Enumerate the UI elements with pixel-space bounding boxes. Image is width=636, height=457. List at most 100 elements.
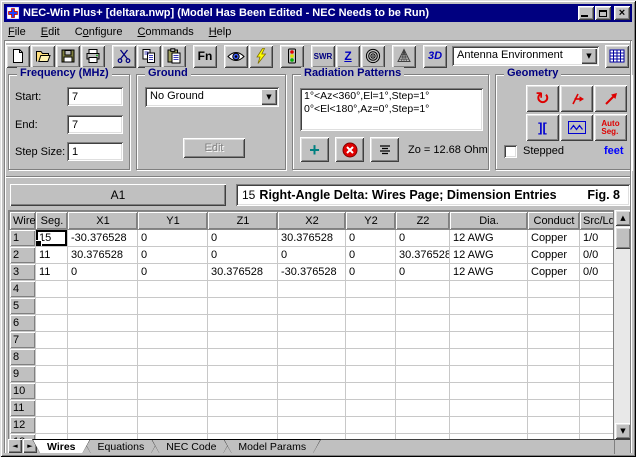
rotate-wire-button[interactable]: ↻ — [526, 85, 559, 112]
cell-7-z2[interactable] — [396, 332, 450, 349]
cell-11-x2[interactable] — [278, 400, 346, 417]
cell-3-dia[interactable]: 12 AWG — [450, 264, 528, 281]
view-antenna-button[interactable] — [224, 45, 248, 68]
cell-12-x1[interactable] — [68, 417, 138, 434]
add-pattern-button[interactable]: + — [300, 137, 329, 162]
tab-scroll-left-button[interactable]: ◄ — [8, 439, 22, 453]
cell-10-y1[interactable] — [138, 383, 208, 400]
cell-5-x2[interactable] — [278, 298, 346, 315]
cell-3-conduct[interactable]: Copper — [528, 264, 580, 281]
tab-nec-code[interactable]: NEC Code — [151, 439, 231, 453]
tab-model-params[interactable]: Model Params — [223, 439, 321, 453]
cell-8-y1[interactable] — [138, 349, 208, 366]
title-bar[interactable]: NEC-Win Plus+ [deltara.nwp] (Model Has B… — [4, 4, 632, 22]
col-header-wire[interactable]: Wire — [10, 212, 36, 230]
formula-bar[interactable]: 15 Right-Angle Delta: Wires Page; Dimens… — [236, 184, 630, 206]
pattern-list-button[interactable] — [370, 137, 399, 162]
row-header-9[interactable]: 9 — [10, 366, 36, 383]
maximize-button[interactable] — [595, 6, 611, 20]
cell-12-y1[interactable] — [138, 417, 208, 434]
cell-10-seg[interactable] — [36, 383, 68, 400]
cell-1-x2[interactable]: 30.376528 — [278, 230, 346, 247]
cell-6-z2[interactable] — [396, 315, 450, 332]
cell-5-conduct[interactable] — [528, 298, 580, 315]
auto-seg-button[interactable]: AutoSeg. — [594, 114, 627, 141]
stoplight-button[interactable] — [280, 45, 304, 68]
pattern-entry[interactable]: 0°<El<180°,Az=0°,Step=1° — [304, 103, 479, 116]
cell-2-x2[interactable]: 0 — [278, 247, 346, 264]
cell-12-seg[interactable] — [36, 417, 68, 434]
col-header-x1[interactable]: X1 — [68, 212, 138, 230]
cell-6-y2[interactable] — [346, 315, 396, 332]
cell-8-x2[interactable] — [278, 349, 346, 366]
new-button[interactable] — [6, 45, 30, 68]
cell-4-x2[interactable] — [278, 281, 346, 298]
row-header-2[interactable]: 2 — [10, 247, 36, 264]
row-header-6[interactable]: 6 — [10, 315, 36, 332]
row-header-3[interactable]: 3 — [10, 264, 36, 281]
cell-6-seg[interactable] — [36, 315, 68, 332]
cell-2-x1[interactable]: 30.376528 — [68, 247, 138, 264]
app-icon[interactable] — [6, 6, 20, 20]
cell-2-dia[interactable]: 12 AWG — [450, 247, 528, 264]
col-header-x2[interactable]: X2 — [278, 212, 346, 230]
cell-1-z2[interactable]: 0 — [396, 230, 450, 247]
tab-equations[interactable]: Equations — [83, 439, 160, 453]
paste-button[interactable] — [162, 45, 186, 68]
cell-9-conduct[interactable] — [528, 366, 580, 383]
cell-2-y1[interactable]: 0 — [138, 247, 208, 264]
cell-3-z1[interactable]: 30.376528 — [208, 264, 278, 281]
cell-12-x2[interactable] — [278, 417, 346, 434]
connect-wires-button[interactable]: ][ — [526, 114, 559, 141]
cell-1-conduct[interactable]: Copper — [528, 230, 580, 247]
cell-3-y1[interactable]: 0 — [138, 264, 208, 281]
cell-1-z1[interactable]: 0 — [208, 230, 278, 247]
segment-wire-button[interactable] — [560, 114, 593, 141]
cell-1-x1[interactable]: -30.376528 — [68, 230, 138, 247]
cell-10-srcld[interactable] — [580, 383, 614, 400]
col-header-srcld[interactable]: Src/Ld — [580, 212, 614, 230]
cell-12-z2[interactable] — [396, 417, 450, 434]
menu-file[interactable]: File — [8, 26, 26, 38]
pattern-entry[interactable]: 1°<Az<360°,El=1°,Step=1° — [304, 90, 479, 103]
end-input[interactable] — [67, 115, 123, 134]
cell-10-z1[interactable] — [208, 383, 278, 400]
cell-6-z1[interactable] — [208, 315, 278, 332]
cell-11-conduct[interactable] — [528, 400, 580, 417]
cell-6-x2[interactable] — [278, 315, 346, 332]
cell-1-dia[interactable]: 12 AWG — [450, 230, 528, 247]
cell-3-x2[interactable]: -30.376528 — [278, 264, 346, 281]
row-header-1[interactable]: 1 — [10, 230, 36, 247]
cell-2-conduct[interactable]: Copper — [528, 247, 580, 264]
cell-10-x2[interactable] — [278, 383, 346, 400]
cell-1-y1[interactable]: 0 — [138, 230, 208, 247]
cell-4-srcld[interactable] — [580, 281, 614, 298]
cell-6-conduct[interactable] — [528, 315, 580, 332]
delete-pattern-button[interactable] — [335, 137, 364, 162]
chevron-down-icon[interactable]: ▼ — [581, 48, 597, 64]
row-header-12[interactable]: 12 — [10, 417, 36, 434]
scroll-thumb[interactable] — [615, 227, 631, 249]
col-header-seg[interactable]: Seg. — [36, 212, 68, 230]
open-button[interactable] — [31, 45, 55, 68]
cell-1-y2[interactable]: 0 — [346, 230, 396, 247]
cell-8-seg[interactable] — [36, 349, 68, 366]
cell-10-z2[interactable] — [396, 383, 450, 400]
cell-4-z1[interactable] — [208, 281, 278, 298]
cell-7-y1[interactable] — [138, 332, 208, 349]
environment-combo[interactable]: Antenna Environment ▼ — [452, 46, 599, 66]
cell-7-x2[interactable] — [278, 332, 346, 349]
cell-3-srcld[interactable]: 0/0 — [580, 264, 614, 281]
cell-9-z1[interactable] — [208, 366, 278, 383]
menu-help[interactable]: Help — [209, 26, 232, 38]
cell-6-x1[interactable] — [68, 315, 138, 332]
col-header-y1[interactable]: Y1 — [138, 212, 208, 230]
cell-5-dia[interactable] — [450, 298, 528, 315]
row-header-5[interactable]: 5 — [10, 298, 36, 315]
impedance-button[interactable]: Z — [336, 45, 360, 68]
cell-2-y2[interactable]: 0 — [346, 247, 396, 264]
cell-3-y2[interactable]: 0 — [346, 264, 396, 281]
cell-2-srcld[interactable]: 0/0 — [580, 247, 614, 264]
spreadsheet-button[interactable] — [605, 45, 629, 68]
cell-2-z2[interactable]: 30.376528 — [396, 247, 450, 264]
